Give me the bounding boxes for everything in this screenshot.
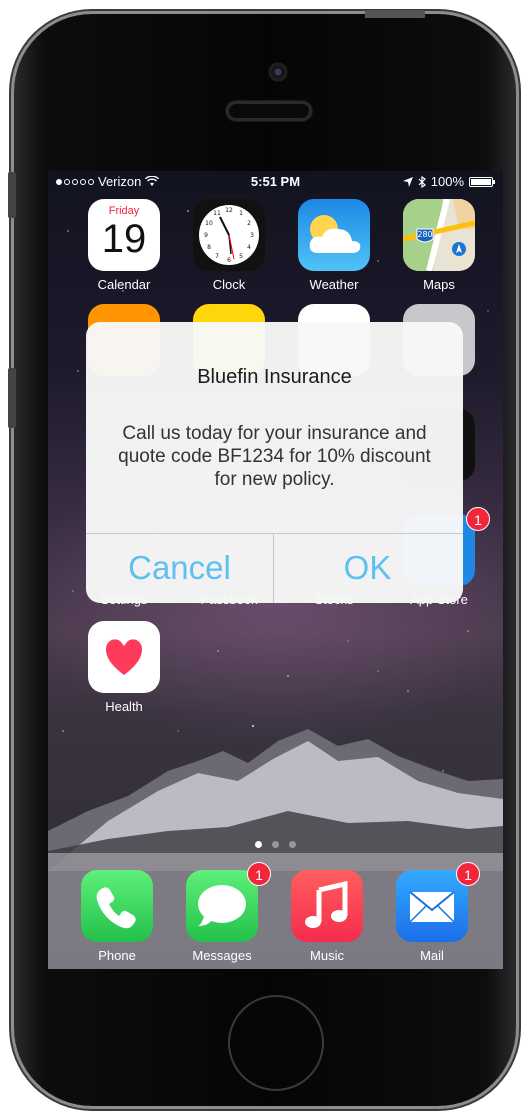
power-button [365, 10, 425, 18]
alert-title: Bluefin Insurance [197, 366, 352, 388]
page-indicator[interactable] [48, 841, 503, 848]
mail-app-label: Mail [420, 948, 444, 963]
calendar-day: 19 [101, 217, 147, 261]
volume-button [8, 368, 16, 428]
mail-badge: 1 [456, 862, 480, 886]
clock-face-icon: 12 3 6 9 12 45 78 1011 [199, 205, 259, 265]
messages-app-label: Messages [192, 948, 252, 963]
clock-app-label: Clock [212, 277, 246, 292]
svg-text:8: 8 [207, 244, 211, 251]
svg-text:6: 6 [227, 257, 231, 264]
front-camera [268, 62, 288, 82]
svg-text:4: 4 [247, 244, 251, 251]
ok-button[interactable]: OK [274, 533, 461, 603]
calendar-app-label: Calendar [97, 277, 151, 292]
music-note-icon [305, 880, 348, 928]
music-app-label: Music [310, 948, 344, 963]
home-button[interactable] [228, 995, 324, 1091]
map-icon: 280 [403, 199, 475, 271]
svg-text:10: 10 [205, 220, 213, 227]
battery-icon [469, 176, 495, 187]
maps-app-label: Maps [423, 277, 455, 292]
messages-app-icon[interactable] [186, 870, 258, 942]
heart-icon [106, 639, 142, 675]
mute-switch [8, 172, 16, 218]
weather-app-label: Weather [309, 277, 359, 292]
page-dot-2 [272, 841, 279, 848]
phone-app-icon[interactable] [81, 870, 153, 942]
page-dot-1 [255, 841, 262, 848]
weather-app-icon[interactable] [298, 199, 370, 271]
svg-text:11: 11 [213, 210, 221, 217]
messages-badge: 1 [247, 862, 271, 886]
location-arrow-icon [402, 176, 413, 187]
dock: Phone 1 Messages Music 1 Mail [48, 853, 503, 969]
clock-app-icon[interactable]: 12 3 6 9 12 45 7 8 10 11 [193, 199, 265, 271]
status-bar: Verizon 5:51 PM 100% [48, 171, 503, 193]
svg-text:7: 7 [215, 253, 219, 260]
speech-bubble-icon [198, 885, 246, 926]
svg-text:1: 1 [239, 210, 243, 217]
page-dot-3 [289, 841, 296, 848]
cancel-button[interactable]: Cancel [86, 533, 273, 603]
phone-handset-icon [96, 887, 136, 929]
phone-app-label: Phone [98, 948, 136, 963]
earpiece-speaker [226, 101, 312, 121]
calendar-app-icon[interactable]: Friday 19 [88, 199, 160, 271]
calendar-weekday: Friday [108, 205, 140, 217]
music-app-icon[interactable] [291, 870, 363, 942]
maps-app-icon[interactable]: 280 [403, 199, 475, 271]
svg-text:3: 3 [250, 232, 254, 239]
sun-cloud-icon [309, 215, 361, 253]
health-app-icon[interactable] [88, 621, 160, 693]
status-right: 100% [402, 174, 495, 189]
svg-text:12: 12 [225, 207, 233, 214]
health-app-label: Health [105, 699, 143, 714]
maps-highway-shield: 280 [417, 230, 432, 239]
app-store-badge: 1 [466, 507, 490, 531]
battery-percent: 100% [430, 174, 464, 189]
svg-text:2: 2 [247, 220, 251, 227]
alert-dialog: Bluefin Insurance Call us today for your… [86, 322, 463, 603]
svg-text:9: 9 [204, 232, 208, 239]
alert-message: Call us today for your insurance and quo… [118, 423, 431, 490]
svg-text:5: 5 [239, 253, 243, 260]
bluetooth-icon [418, 175, 426, 188]
